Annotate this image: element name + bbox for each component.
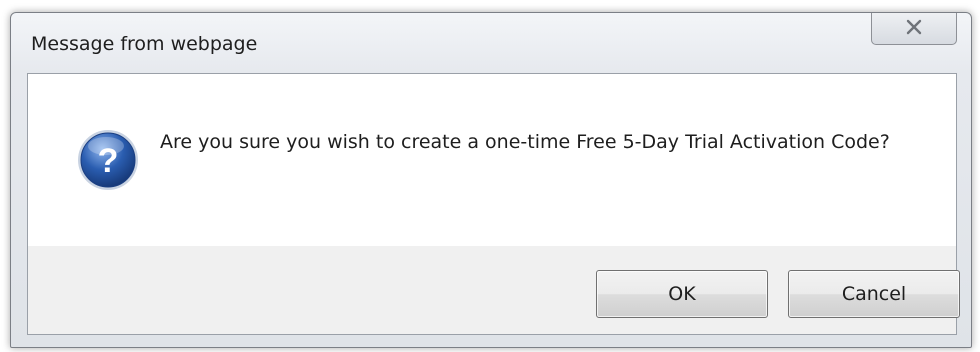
question-icon: ?: [76, 128, 140, 192]
message-dialog: Message from webpage ? Are you sure you …: [10, 12, 972, 348]
message-area: ? Are you sure you wish to create a one-…: [28, 74, 956, 246]
close-icon: [905, 19, 923, 39]
svg-text:?: ?: [98, 142, 119, 180]
dialog-body: ? Are you sure you wish to create a one-…: [27, 73, 960, 335]
dialog-titlebar[interactable]: Message from webpage: [11, 13, 971, 73]
ok-button[interactable]: OK: [596, 270, 768, 318]
dialog-title: Message from webpage: [31, 33, 258, 55]
cancel-button[interactable]: Cancel: [788, 270, 960, 318]
close-button[interactable]: [871, 13, 957, 45]
dialog-message: Are you sure you wish to create a one-ti…: [160, 131, 890, 153]
